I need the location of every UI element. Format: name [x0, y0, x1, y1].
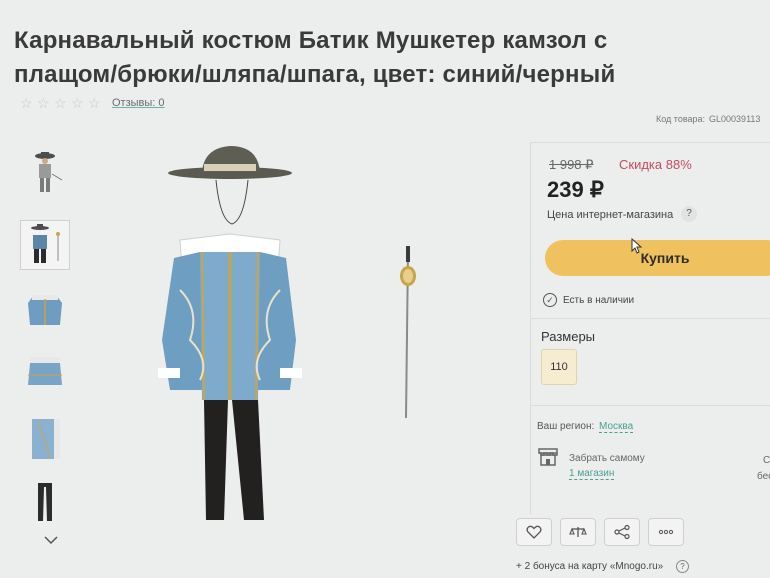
thumbnail-sleeve-detail[interactable] [20, 414, 70, 464]
sleeve-detail-icon [32, 419, 60, 459]
bonus-text: + 2 бонуса на карту «Mnogo.ru» [516, 561, 664, 572]
star-icon[interactable]: ☆ [37, 96, 51, 110]
buy-box: 1 998 ₽ Скидка 88% 239 ₽ Цена интернет-м… [530, 142, 770, 514]
heart-icon [526, 525, 542, 539]
store-icon [538, 448, 558, 466]
current-price: 239 ₽ [547, 177, 604, 202]
divider [531, 318, 770, 319]
musketeer-full-icon [35, 152, 63, 192]
sku: Код товара: GL00039113 [656, 114, 760, 124]
musketeer-costume-image [158, 146, 416, 520]
thumbnail-musketeer-full[interactable] [20, 148, 70, 198]
sku-label: Код товара: [656, 114, 706, 124]
musketeer-set-icon [31, 224, 60, 263]
thumbnail-jacket-back[interactable] [20, 348, 70, 398]
bonus-info: + 2 бонуса на карту «Mnogo.ru» ? [516, 560, 689, 573]
discount-badge: Скидка 88% [619, 157, 692, 172]
more-button[interactable] [648, 518, 684, 546]
star-icon[interactable]: ☆ [20, 96, 34, 110]
action-bar [516, 518, 684, 546]
region-link[interactable]: Москва [599, 421, 634, 433]
region-selector: Ваш регион: Москва [537, 421, 634, 433]
favorite-button[interactable] [516, 518, 552, 546]
product-title-line2: плащом/брюки/шляпа/шпага, цвет: синий/че… [14, 61, 616, 88]
more-icon [658, 529, 674, 535]
old-price: 1 998 ₽ [549, 157, 594, 172]
jacket-front-icon [28, 295, 62, 325]
divider [531, 405, 770, 406]
delivery-label-cutoff: С [763, 455, 770, 466]
jacket-back-icon [28, 357, 62, 385]
pickup-label: Забрать самому [569, 453, 645, 464]
stock-status: ✓ Есть в наличии [543, 293, 634, 307]
sizes-title: Размеры [541, 329, 596, 344]
buy-button[interactable]: Купить [545, 240, 770, 276]
pickup-stores-link[interactable]: 1 магазин [569, 468, 615, 480]
region-label: Ваш регион: [537, 421, 595, 432]
product-title: Карнавальный костюм Батик Мушкетер камзо… [14, 24, 714, 92]
trousers-icon [38, 483, 52, 521]
price-note: Цена интернет-магазина [547, 209, 674, 221]
main-product-image[interactable] [140, 140, 470, 540]
share-icon [614, 525, 630, 539]
delivery-price-cutoff: бесп [757, 471, 770, 482]
reviews-link[interactable]: Отзывы: 0 [112, 97, 165, 109]
share-button[interactable] [604, 518, 640, 546]
compare-icon [569, 527, 587, 537]
star-icon[interactable]: ☆ [71, 96, 85, 110]
size-option-110[interactable]: 110 [541, 349, 577, 385]
stock-text: Есть в наличии [563, 294, 635, 306]
check-circle-icon: ✓ [543, 293, 557, 307]
chevron-down-icon[interactable] [44, 532, 60, 548]
thumbnail-musketeer-set[interactable] [20, 220, 70, 270]
compare-button[interactable] [560, 518, 596, 546]
sku-value: GL00039113 [709, 114, 761, 124]
help-icon[interactable]: ? [681, 206, 697, 222]
rating-stars[interactable]: ☆ ☆ ☆ ☆ ☆ [20, 96, 102, 110]
thumbnail-jacket-front[interactable] [20, 286, 70, 336]
product-title-line1: Карнавальный костюм Батик Мушкетер камзо… [14, 27, 608, 54]
star-icon[interactable]: ☆ [88, 96, 102, 110]
thumbnail-trousers[interactable] [20, 478, 70, 528]
star-icon[interactable]: ☆ [54, 96, 68, 110]
mouse-cursor-icon [631, 238, 643, 254]
product-page: Карнавальный костюм Батик Мушкетер камзо… [0, 0, 770, 578]
help-icon[interactable]: ? [675, 560, 689, 573]
